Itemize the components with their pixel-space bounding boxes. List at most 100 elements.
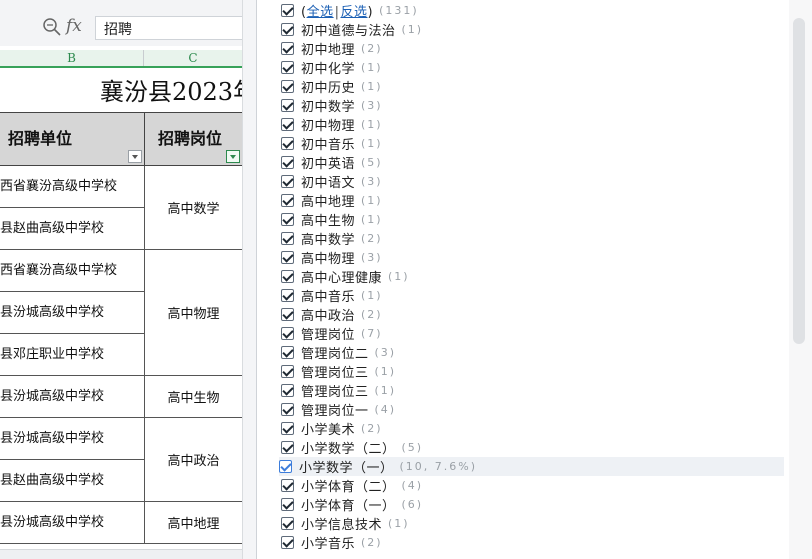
checkbox-icon[interactable] [281,42,294,55]
table-cell-post[interactable]: 高中数学 [144,166,242,250]
filter-item[interactable]: 管理岗位一 (4) [281,400,786,419]
checkbox-icon[interactable] [281,289,294,302]
table-cell-unit[interactable]: 县赵曲高级中学校 [0,460,144,502]
checkbox-icon[interactable] [281,422,294,435]
table-cell-unit[interactable]: 西省襄汾高级中学校 [0,166,144,208]
invert-selection-link[interactable]: 反选 [340,5,367,20]
column-header-c[interactable]: C [144,50,242,67]
table-cell-unit[interactable]: 西省襄汾高级中学校 [0,250,144,292]
checkbox-icon[interactable] [281,194,294,207]
filter-item[interactable]: 管理岗位二 (3) [281,343,786,362]
filter-item[interactable]: 初中物理 (1) [281,115,786,134]
filter-item[interactable]: 初中地理 (2) [281,39,786,58]
table-cell-unit[interactable]: 县邓庄职业中学校 [0,334,144,376]
table-cell-unit[interactable]: 县赵曲高级中学校 [0,208,144,250]
filter-item-count: (1) [361,194,383,207]
window-separator [242,0,256,559]
filter-item[interactable]: 小学数学（一） (10, 7.6%) [279,457,784,476]
checkbox-icon[interactable] [281,517,294,530]
filter-panel: (全选|反选) (131) 初中道德与法治 (1) 初中地理 (2) 初中化学 (1) 初中… [256,0,812,559]
checkbox-icon[interactable] [281,327,294,340]
filter-item[interactable]: 小学音乐 (2) [281,533,786,552]
checkbox-icon[interactable] [281,232,294,245]
checkbox-icon[interactable] [281,403,294,416]
table-cell-unit[interactable]: 县汾城高级中学校 [0,418,144,460]
table-cell-post[interactable]: 高中生物 [144,376,242,418]
filter-dropdown-button-active[interactable] [226,150,240,163]
checkbox-icon[interactable] [281,23,294,36]
checkbox-icon[interactable] [281,365,294,378]
filter-item[interactable]: 管理岗位三 (1) [281,381,786,400]
table-cell-post[interactable]: 高中地理 [144,502,242,544]
filter-item[interactable]: 管理岗位三 (1) [281,362,786,381]
checkbox-icon[interactable] [281,441,294,454]
checkbox-icon[interactable] [281,270,294,283]
filter-item[interactable]: 小学美术 (2) [281,419,786,438]
checkbox-icon[interactable] [281,175,294,188]
checkbox-icon[interactable] [279,460,292,473]
checkbox-icon[interactable] [281,137,294,150]
checkbox-icon[interactable] [281,213,294,226]
filter-item[interactable]: 高中政治 (2) [281,305,786,324]
filter-item[interactable]: 高中数学 (2) [281,229,786,248]
column-header-b[interactable]: B [0,50,144,67]
checkbox-icon[interactable] [281,384,294,397]
filter-item[interactable]: 初中化学 (1) [281,58,786,77]
checkbox-icon[interactable] [281,346,294,359]
filter-item-count: (1) [361,118,383,131]
filter-item[interactable]: 高中心理健康 (1) [281,267,786,286]
separator: | [334,5,340,20]
table-cell-post[interactable]: 高中物理 [144,250,242,376]
checkbox-icon[interactable] [281,479,294,492]
filter-item[interactable]: 小学数学（二） (5) [281,438,786,457]
table-cell-unit[interactable]: 县汾城高级中学校 [0,292,144,334]
filter-item[interactable]: 初中语文 (3) [281,172,786,191]
filter-item-count: (2) [361,308,383,321]
checkbox-icon[interactable] [281,536,294,549]
filter-item-label: 管理岗位 [301,328,356,343]
filter-item[interactable]: 小学体育（二） (4) [281,476,786,495]
filter-item-label: 高中政治 [301,309,356,324]
formula-input[interactable]: 招聘 [95,16,242,40]
filter-item[interactable]: 管理岗位 (7) [281,324,786,343]
checkbox-icon[interactable] [281,61,294,74]
checkbox-icon[interactable] [281,156,294,169]
table-cell-post[interactable]: 高中政治 [144,418,242,502]
select-all-link[interactable]: 全选 [307,5,334,20]
header-recruiting-unit[interactable]: 招聘单位 [8,113,72,165]
select-all-row[interactable]: (全选|反选) (131) [281,1,786,20]
filter-dropdown-button[interactable] [128,150,142,163]
filter-item[interactable]: 初中数学 (3) [281,96,786,115]
header-recruiting-post[interactable]: 招聘岗位 [158,113,222,165]
filter-item[interactable]: 高中地理 (1) [281,191,786,210]
filter-item[interactable]: 初中历史 (1) [281,77,786,96]
filter-item[interactable]: 高中物理 (3) [281,248,786,267]
filter-item[interactable]: 高中生物 (1) [281,210,786,229]
magnifier-icon[interactable] [42,17,62,37]
checkbox-icon[interactable] [281,498,294,511]
filter-item-label: 高中地理 [301,195,356,210]
filter-item[interactable]: 初中道德与法治 (1) [281,20,786,39]
fx-icon[interactable]: fx [66,16,82,36]
filter-item[interactable]: 初中英语 (5) [281,153,786,172]
filter-item[interactable]: 小学信息技术 (1) [281,514,786,533]
checkbox-icon[interactable] [281,80,294,93]
filter-item[interactable]: 初中音乐 (1) [281,134,786,153]
checkbox-icon[interactable] [281,251,294,264]
scrollbar-thumb[interactable] [793,18,805,344]
filter-item-label: 初中历史 [301,81,356,96]
table-header: 招聘单位 招聘岗位 [0,112,242,166]
checkbox-icon[interactable] [281,308,294,321]
checkbox-icon[interactable] [281,118,294,131]
filter-item-label: 高中音乐 [301,290,356,305]
filter-item-label: 初中数学 [301,100,356,115]
table-cell-unit[interactable]: 县汾城高级中学校 [0,376,144,418]
filter-item-count: (2) [361,232,383,245]
checkbox-icon[interactable] [281,4,294,17]
filter-item[interactable]: 小学体育（一） (6) [281,495,786,514]
table-cell-unit[interactable]: 县汾城高级中学校 [0,502,144,544]
filter-item[interactable]: 高中音乐 (1) [281,286,786,305]
checkbox-icon[interactable] [281,99,294,112]
filter-item-count: (6) [401,498,424,511]
filter-item-label: 管理岗位三 [301,385,369,400]
